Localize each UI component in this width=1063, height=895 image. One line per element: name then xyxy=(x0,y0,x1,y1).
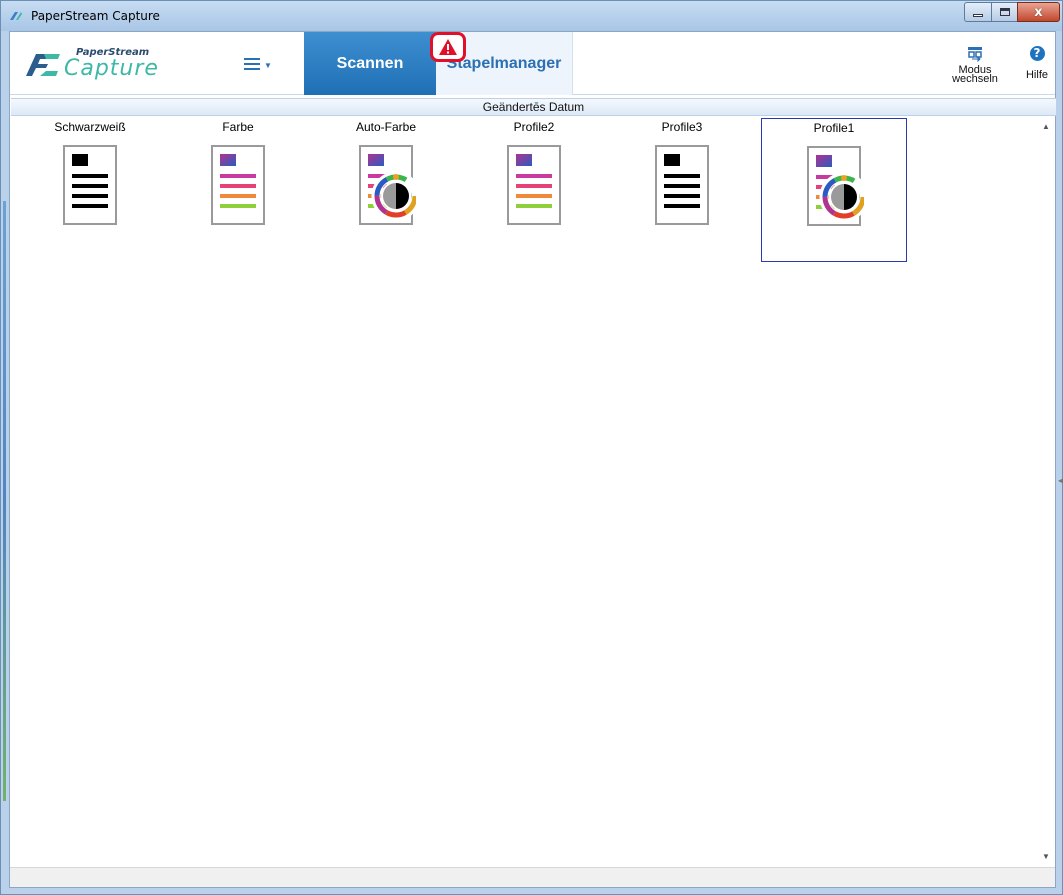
profile-name: Profile1 xyxy=(813,121,855,135)
bw-document-icon xyxy=(655,145,709,225)
client-area: PaperStream Capture ▼ Scannen Stapelmana… xyxy=(9,31,1056,888)
switch-mode-label: Modus wechseln xyxy=(952,64,998,85)
profile-name: Profile2 xyxy=(513,120,555,134)
minimize-icon xyxy=(973,13,983,17)
color-document-icon xyxy=(507,145,561,225)
scroll-down-icon[interactable]: ▼ xyxy=(1042,852,1050,861)
switch-mode-button[interactable]: Modus wechseln xyxy=(950,46,1000,92)
profile-grid: Schwarzweiß Farbe Auto-Farbe Profile2 Pr… xyxy=(11,118,1041,828)
tab-scannen[interactable]: Scannen xyxy=(304,32,436,95)
sort-descending-icon: ▼ xyxy=(533,101,540,108)
scroll-up-icon[interactable]: ▲ xyxy=(1042,122,1050,131)
warning-badge xyxy=(430,32,466,62)
help-icon: ? xyxy=(1029,46,1045,61)
help-button[interactable]: ? Hilfe xyxy=(1020,46,1054,92)
app-logo: PaperStream Capture xyxy=(24,46,184,82)
chevron-down-icon: ▼ xyxy=(264,61,272,70)
profile-item-farbe[interactable]: Farbe xyxy=(165,118,311,262)
auto-color-document-icon xyxy=(807,146,864,226)
profile-item-profile2[interactable]: Profile2 xyxy=(461,118,607,262)
minimize-button[interactable] xyxy=(964,2,992,22)
maximize-icon xyxy=(999,8,1010,16)
profile-item-profile3[interactable]: Profile3 xyxy=(609,118,755,262)
bw-document-icon xyxy=(63,145,117,225)
hamburger-icon xyxy=(244,58,260,70)
maximize-button[interactable] xyxy=(991,2,1018,22)
vertical-scrollbar[interactable]: ▲ ▼ xyxy=(1039,118,1055,864)
profile-name: Schwarzweiß xyxy=(54,120,126,134)
close-button[interactable]: x xyxy=(1017,2,1060,22)
profile-name: Farbe xyxy=(222,120,254,134)
paperstream-logo-icon xyxy=(26,54,60,76)
profile-name: Auto-Farbe xyxy=(355,120,417,134)
profile-item-auto-farbe[interactable]: Auto-Farbe xyxy=(313,118,459,262)
logo-title: Capture xyxy=(64,56,159,81)
sort-header[interactable]: ▼ Geändertes Datum xyxy=(11,98,1056,116)
profile-item-schwarzweiss[interactable]: Schwarzweiß xyxy=(17,118,163,262)
window-title: PaperStream Capture xyxy=(31,9,160,23)
help-label: Hilfe xyxy=(1025,69,1048,81)
color-document-icon xyxy=(211,145,265,225)
status-bar xyxy=(10,867,1055,887)
profile-name: Profile3 xyxy=(661,120,703,134)
window-edge-accent xyxy=(3,201,6,801)
auto-color-document-icon xyxy=(359,145,416,225)
main-menu-button[interactable]: ▼ xyxy=(244,56,278,76)
close-icon: x xyxy=(1034,4,1043,20)
warning-icon xyxy=(439,39,457,55)
profile-item-profile1[interactable]: Profile1 xyxy=(761,118,907,262)
header-toolbar: PaperStream Capture ▼ Scannen Stapelmana… xyxy=(10,32,1055,95)
app-window: PaperStream Capture x PaperStream Captur… xyxy=(0,0,1063,895)
panel-expand-icon[interactable]: ◀ xyxy=(1058,476,1063,485)
title-bar[interactable]: PaperStream Capture x xyxy=(1,1,1062,31)
app-icon xyxy=(10,12,22,20)
switch-mode-icon xyxy=(968,47,982,62)
